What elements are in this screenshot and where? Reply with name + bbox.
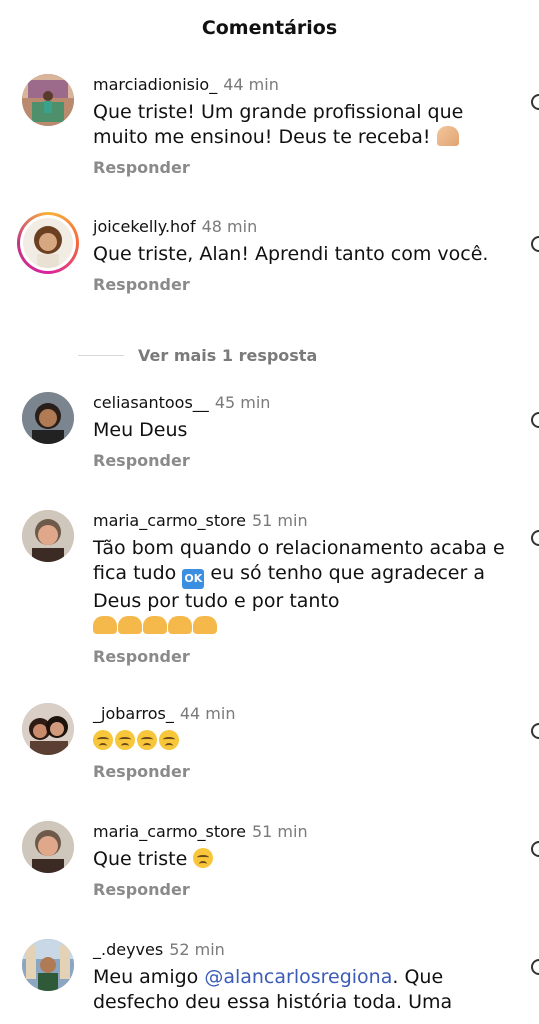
comments-header: Comentários: [0, 0, 539, 56]
comment-text: Meu amigo @alancarlosregiona. Que desfec…: [93, 966, 453, 1013]
heart-icon[interactable]: [531, 94, 539, 110]
avatar[interactable]: [22, 939, 74, 991]
comment-time: 51 min: [251, 511, 308, 530]
reply-button[interactable]: Responder: [93, 880, 523, 899]
comment-username[interactable]: joicekelly.hof: [93, 217, 196, 236]
reply-button[interactable]: Responder: [93, 451, 523, 470]
comment-username[interactable]: maria_carmo_store: [93, 511, 246, 530]
view-more-replies[interactable]: Ver mais 1 resposta: [78, 344, 317, 366]
comment-time: 52 min: [169, 940, 225, 959]
heart-icon[interactable]: [531, 236, 539, 252]
reply-button[interactable]: Responder: [93, 647, 523, 666]
reply-button[interactable]: Responder: [93, 275, 523, 294]
comment-username[interactable]: celiasantoos__: [93, 393, 209, 412]
heart-icon[interactable]: [531, 841, 539, 857]
heart-icon[interactable]: [531, 723, 539, 739]
avatar[interactable]: [22, 392, 74, 444]
heart-icon[interactable]: [531, 412, 539, 428]
comment-text: Que triste, Alan! Aprendi tanto com você…: [93, 243, 489, 265]
comment-text: Que triste! Um grande profissional que m…: [93, 101, 464, 148]
comment-text: Que triste: [93, 847, 523, 872]
raising-hands-icon: [93, 615, 218, 637]
heart-icon[interactable]: [531, 530, 539, 546]
comment-time: 48 min: [201, 217, 258, 236]
avatar[interactable]: [22, 703, 74, 755]
ok-button-icon: OK: [182, 569, 205, 589]
comment-username[interactable]: _.deyves: [93, 940, 163, 959]
avatar[interactable]: [22, 74, 74, 126]
view-more-label[interactable]: Ver mais 1 resposta: [138, 346, 317, 365]
divider: [78, 354, 124, 356]
comment-username[interactable]: _jobarros_: [93, 704, 174, 723]
comment-time: 44 min: [179, 704, 236, 723]
comment-text: Tão bom quando o relacionamento acaba e …: [93, 536, 523, 639]
reply-button[interactable]: Responder: [93, 158, 523, 177]
comment-text: Meu Deus: [93, 419, 188, 441]
comment-username[interactable]: maria_carmo_store: [93, 822, 246, 841]
crying-face-icon: [93, 729, 523, 754]
comment-time: 51 min: [251, 822, 308, 841]
comment-time: 45 min: [214, 393, 271, 412]
comment-username[interactable]: marciadionisio_: [93, 75, 217, 94]
crying-face-icon: [193, 848, 214, 868]
avatar[interactable]: [17, 212, 79, 274]
avatar[interactable]: [22, 821, 74, 873]
reply-button[interactable]: Responder: [93, 762, 523, 781]
page-title: Comentários: [201, 17, 338, 39]
comment-time: 44 min: [223, 75, 279, 94]
folded-hands-icon: [436, 126, 459, 146]
avatar[interactable]: [22, 510, 74, 562]
heart-icon[interactable]: [531, 959, 539, 975]
mention-link[interactable]: @alancarlosregiona: [204, 966, 392, 988]
